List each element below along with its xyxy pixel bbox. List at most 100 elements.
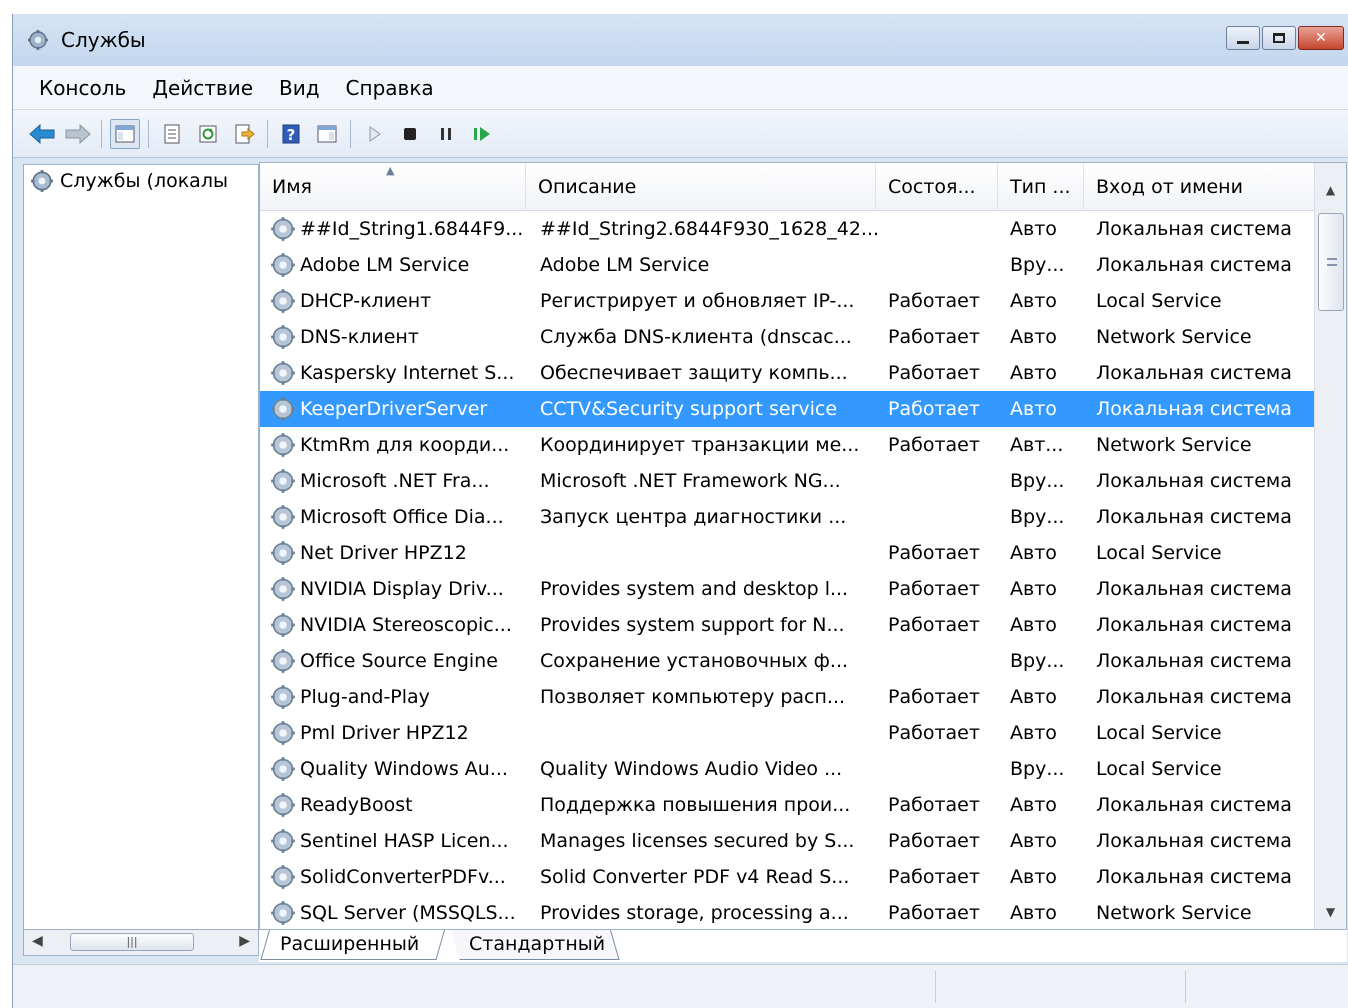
table-row[interactable]: Net Driver HPZ12 Работает Авто Local Servic… bbox=[260, 535, 1316, 571]
maximize-icon bbox=[1273, 33, 1285, 43]
table-row[interactable]: Microsoft .NET Fra... Microsoft .NET Fram… bbox=[260, 463, 1316, 499]
service-logon: Локальная система bbox=[1096, 866, 1292, 888]
table-row[interactable]: Pml Driver HPZ12 Работает Авто Local Servic… bbox=[260, 715, 1316, 751]
service-name-cell: DHCP-клиент bbox=[270, 283, 532, 319]
table-row[interactable]: Kaspersky Internet S... Обеспечивает защи… bbox=[260, 355, 1316, 391]
tree-horizontal-scrollbar[interactable]: ◀ ||| ▶ bbox=[23, 930, 259, 956]
service-gear-icon bbox=[270, 252, 296, 278]
back-button[interactable] bbox=[27, 119, 57, 149]
pause-service-button[interactable] bbox=[431, 119, 461, 149]
service-description: Поддержка повышения прои... bbox=[540, 794, 851, 816]
table-row[interactable]: DNS-клиент Служба DNS-клиента (dnscac... Р… bbox=[260, 319, 1316, 355]
stop-service-button[interactable] bbox=[395, 119, 425, 149]
service-status: Работает bbox=[888, 866, 980, 888]
start-service-button[interactable] bbox=[359, 119, 389, 149]
service-status: Работает bbox=[888, 722, 980, 744]
service-name-cell: ##Id_String1.6844F9... bbox=[270, 211, 532, 247]
service-gear-icon bbox=[270, 900, 296, 926]
service-gear-icon bbox=[270, 720, 296, 746]
service-gear-icon bbox=[270, 756, 296, 782]
scroll-left-icon[interactable]: ◀ bbox=[32, 933, 43, 949]
service-description: Provides storage, processing a... bbox=[540, 902, 849, 924]
properties-button[interactable] bbox=[157, 119, 187, 149]
tab-standard[interactable]: Стандартный bbox=[451, 930, 620, 960]
column-header-description[interactable]: Описание bbox=[526, 163, 876, 211]
service-status bbox=[888, 751, 1000, 787]
service-startup-type: Авто bbox=[1010, 686, 1057, 708]
tab-extended[interactable]: Расширенный bbox=[260, 930, 445, 960]
pause-icon bbox=[441, 127, 451, 140]
forward-button[interactable] bbox=[63, 119, 93, 149]
table-row[interactable]: ReadyBoost Поддержка повышения прои... Раб… bbox=[260, 787, 1316, 823]
menu-console[interactable]: Консоль bbox=[26, 72, 139, 104]
scroll-thumb[interactable] bbox=[1318, 213, 1344, 311]
service-status: Работает bbox=[888, 326, 980, 348]
table-row[interactable]: SolidConverterPDFv... Solid Converter PDF… bbox=[260, 859, 1316, 895]
service-name-cell: KeeperDriverServer bbox=[270, 391, 532, 427]
table-row[interactable]: NVIDIA Display Driv... Provides system an… bbox=[260, 571, 1316, 607]
scroll-thumb[interactable]: ||| bbox=[70, 933, 194, 951]
service-name: Microsoft Office Dia... bbox=[300, 506, 504, 528]
service-startup-type: Вру... bbox=[1010, 506, 1065, 528]
service-gear-icon bbox=[270, 468, 296, 494]
service-logon: Локальная система bbox=[1096, 254, 1292, 276]
minimize-button[interactable] bbox=[1226, 26, 1260, 50]
column-header-status[interactable]: Состоя... bbox=[876, 163, 998, 211]
service-startup-type: Авт... bbox=[1010, 434, 1064, 456]
service-description: Регистрирует и обновляет IP-... bbox=[540, 290, 855, 312]
export-list-button[interactable] bbox=[229, 119, 259, 149]
service-description: Manages licenses secured by S... bbox=[540, 830, 855, 852]
toolbar-separator bbox=[350, 119, 351, 148]
table-row[interactable]: ##Id_String1.6844F9... ##Id_String2.6844F… bbox=[260, 211, 1316, 247]
back-arrow-icon bbox=[29, 123, 55, 144]
table-row[interactable]: Microsoft Office Dia... Запуск центра диа… bbox=[260, 499, 1316, 535]
service-gear-icon bbox=[270, 540, 296, 566]
table-row[interactable]: Sentinel HASP Licen... Manages licenses s… bbox=[260, 823, 1316, 859]
menu-help[interactable]: Справка bbox=[333, 72, 447, 104]
restart-service-button[interactable] bbox=[467, 119, 497, 149]
table-row[interactable]: KeeperDriverServer CCTV&Security support … bbox=[260, 391, 1316, 427]
column-header-startup-type[interactable]: Тип ... bbox=[998, 163, 1084, 211]
table-row[interactable]: Office Source Engine Сохранение установоч… bbox=[260, 643, 1316, 679]
scroll-right-icon[interactable]: ▶ bbox=[239, 933, 250, 949]
close-button[interactable]: ✕ bbox=[1298, 26, 1344, 50]
menu-view[interactable]: Вид bbox=[266, 72, 333, 104]
refresh-button[interactable] bbox=[193, 119, 223, 149]
column-header-label: Состоя... bbox=[888, 176, 976, 198]
table-row[interactable]: Plug-and-Play Позволяет компьютеру расп..… bbox=[260, 679, 1316, 715]
help-button[interactable]: ? bbox=[276, 119, 306, 149]
service-gear-icon bbox=[270, 360, 296, 386]
table-row[interactable]: NVIDIA Stereoscopic... Provides system su… bbox=[260, 607, 1316, 643]
action-pane-icon bbox=[317, 125, 337, 142]
help-icon: ? bbox=[282, 124, 300, 144]
scroll-down-icon[interactable]: ▼ bbox=[1315, 895, 1346, 929]
column-header-name[interactable]: Имя ▲ bbox=[260, 163, 526, 211]
table-row[interactable]: DHCP-клиент Регистрирует и обновляет IP-.… bbox=[260, 283, 1316, 319]
service-gear-icon bbox=[270, 576, 296, 602]
column-header-logon[interactable]: Вход от имени bbox=[1084, 163, 1316, 211]
service-name: Kaspersky Internet S... bbox=[300, 362, 515, 384]
tree-item-services-local[interactable]: Службы (локалы bbox=[30, 169, 228, 193]
services-gear-icon bbox=[27, 29, 49, 51]
service-name: NVIDIA Display Driv... bbox=[300, 578, 504, 600]
vertical-scrollbar[interactable]: ▲ ▼ bbox=[1314, 163, 1346, 929]
export-icon bbox=[235, 124, 255, 143]
maximize-button[interactable] bbox=[1262, 26, 1296, 50]
console-tree-icon bbox=[115, 125, 135, 142]
service-description: ##Id_String2.6844F930_1628_42... bbox=[540, 218, 880, 240]
show-action-pane-button[interactable] bbox=[312, 119, 342, 149]
menu-action[interactable]: Действие bbox=[139, 72, 266, 104]
table-row[interactable]: SQL Server (MSSQLS... Provides storage, p… bbox=[260, 895, 1316, 931]
table-row[interactable]: Adobe LM Service Adobe LM Service Вру... Ло… bbox=[260, 247, 1316, 283]
scroll-up-icon[interactable]: ▲ bbox=[1315, 173, 1346, 207]
service-gear-icon bbox=[270, 864, 296, 890]
title-bar: Службы ✕ bbox=[13, 14, 1348, 66]
service-logon: Локальная система bbox=[1096, 506, 1292, 528]
service-status: Работает bbox=[888, 830, 980, 852]
service-name-cell: KtmRm для коорди... bbox=[270, 427, 532, 463]
show-hide-console-tree-button[interactable] bbox=[110, 118, 140, 149]
table-row[interactable]: KtmRm для коорди... Координирует транзакц… bbox=[260, 427, 1316, 463]
service-status: Работает bbox=[888, 434, 980, 456]
toolbar-separator bbox=[101, 119, 102, 148]
table-row[interactable]: Quality Windows Au... Quality Windows Aud… bbox=[260, 751, 1316, 787]
